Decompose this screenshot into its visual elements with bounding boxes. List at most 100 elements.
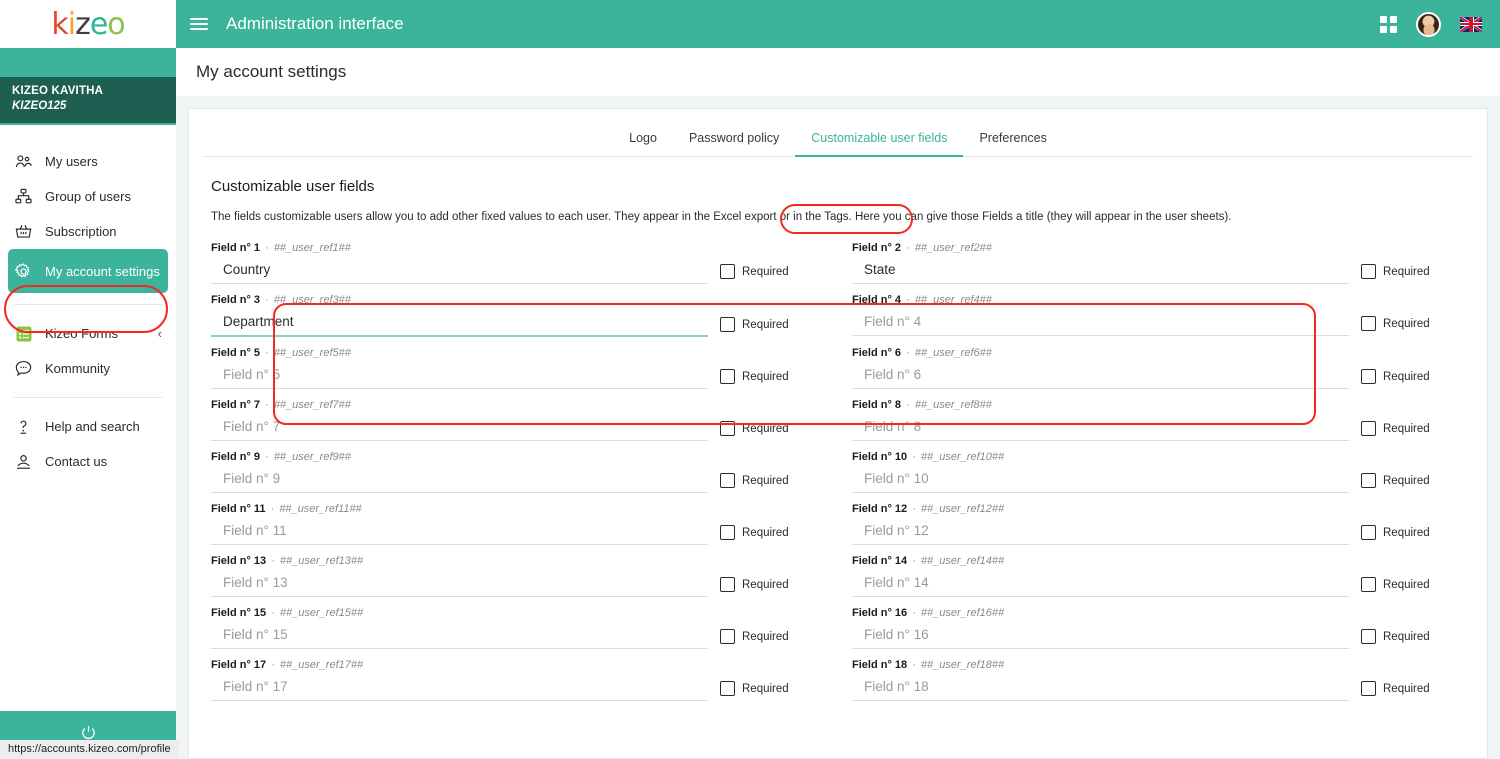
required-checkbox[interactable]	[720, 421, 735, 436]
required-checkbox[interactable]	[1361, 681, 1376, 696]
required-checkbox[interactable]	[1361, 264, 1376, 279]
field-number: Field n° 4	[852, 294, 902, 306]
required-checkbox[interactable]	[720, 473, 735, 488]
field-title-input[interactable]	[211, 363, 708, 389]
tab-customizable-user-fields[interactable]: Customizable user fields	[795, 123, 964, 157]
required-toggle[interactable]: Required	[720, 629, 824, 649]
user-avatar[interactable]	[1416, 11, 1441, 37]
customizable-fields-section: Customizable user fields The fields cust…	[189, 157, 1487, 708]
tab-logo[interactable]: Logo	[613, 123, 673, 156]
field-label: Field n° 2 · ##_user_ref2##	[852, 242, 1465, 254]
required-checkbox[interactable]	[1361, 421, 1376, 436]
required-checkbox[interactable]	[720, 681, 735, 696]
field-label: Field n° 18 · ##_user_ref18##	[852, 659, 1465, 671]
required-toggle[interactable]: Required	[720, 369, 824, 389]
required-toggle[interactable]: Required	[720, 473, 824, 493]
required-checkbox[interactable]	[720, 577, 735, 592]
required-toggle[interactable]: Required	[720, 317, 824, 337]
required-toggle[interactable]: Required	[720, 525, 824, 545]
chevron-left-icon[interactable]: ‹	[158, 326, 162, 341]
field-tag-reference: ##_user_ref15##	[279, 607, 364, 619]
required-toggle[interactable]: Required	[1361, 264, 1465, 284]
required-checkbox[interactable]	[720, 525, 735, 540]
help-question-icon	[14, 417, 33, 436]
field-title-input[interactable]	[211, 519, 708, 545]
hamburger-menu-icon[interactable]	[190, 18, 208, 30]
field-input-line: Required	[211, 363, 824, 389]
field-title-input[interactable]	[852, 258, 1349, 284]
required-toggle[interactable]: Required	[1361, 316, 1465, 336]
sidebar-item-label: My account settings	[45, 263, 160, 279]
required-checkbox[interactable]	[720, 629, 735, 644]
required-checkbox[interactable]	[1361, 473, 1376, 488]
page-title-bar: My account settings	[176, 48, 1500, 96]
sidebar-item-my-users[interactable]: My users	[0, 144, 176, 179]
sidebar-item-help-and-search[interactable]: Help and search	[0, 409, 176, 444]
sidebar-item-kommunity[interactable]: Kommunity	[0, 351, 176, 386]
field-title-input[interactable]	[211, 571, 708, 597]
field-title-input[interactable]	[852, 415, 1349, 441]
field-title-input[interactable]	[852, 571, 1349, 597]
required-toggle[interactable]: Required	[1361, 421, 1465, 441]
required-toggle[interactable]: Required	[1361, 629, 1465, 649]
sidebar-item-subscription[interactable]: Subscription	[0, 214, 176, 249]
required-checkbox[interactable]	[720, 369, 735, 384]
field-row: Field n° 11 · ##_user_ref11##RequiredFie…	[211, 500, 1465, 552]
field-title-input[interactable]	[211, 675, 708, 701]
field-title-input[interactable]	[211, 623, 708, 649]
field-cell: Field n° 12 · ##_user_ref12## Required	[852, 500, 1465, 552]
required-checkbox[interactable]	[1361, 369, 1376, 384]
required-toggle[interactable]: Required	[1361, 473, 1465, 493]
field-row: Field n° 5 · ##_user_ref5##RequiredField…	[211, 344, 1465, 396]
field-title-input[interactable]	[852, 519, 1349, 545]
required-checkbox[interactable]	[720, 264, 735, 279]
required-checkbox[interactable]	[1361, 629, 1376, 644]
tab-password-policy[interactable]: Password policy	[673, 123, 795, 156]
required-toggle[interactable]: Required	[1361, 681, 1465, 701]
field-input-wrapper	[852, 415, 1349, 441]
field-title-input[interactable]	[852, 310, 1349, 336]
required-checkbox[interactable]	[1361, 316, 1376, 331]
sidebar-divider-2	[14, 397, 162, 398]
field-row: Field n° 9 · ##_user_ref9##RequiredField…	[211, 448, 1465, 500]
required-toggle[interactable]: Required	[720, 264, 824, 284]
required-toggle[interactable]: Required	[720, 681, 824, 701]
field-title-input[interactable]	[211, 467, 708, 493]
required-checkbox[interactable]	[1361, 525, 1376, 540]
grid-apps-icon[interactable]	[1380, 15, 1397, 33]
required-toggle[interactable]: Required	[720, 421, 824, 441]
sidebar-user-id: KIZEO125	[12, 100, 67, 112]
field-input-line: Required	[852, 467, 1465, 493]
field-input-wrapper	[852, 363, 1349, 389]
required-toggle[interactable]: Required	[1361, 525, 1465, 545]
field-row: Field n° 13 · ##_user_ref13##RequiredFie…	[211, 552, 1465, 604]
required-checkbox[interactable]	[1361, 577, 1376, 592]
required-toggle[interactable]: Required	[1361, 577, 1465, 597]
tab-preferences[interactable]: Preferences	[963, 123, 1062, 156]
brand-logo[interactable]: kizeo	[0, 0, 176, 48]
field-title-input[interactable]	[852, 675, 1349, 701]
field-title-input[interactable]	[852, 623, 1349, 649]
sidebar-item-contact-us[interactable]: Contact us	[0, 444, 176, 479]
sidebar-item-kizeo-forms[interactable]: Kizeo Forms ‹	[0, 316, 176, 351]
field-label: Field n° 16 · ##_user_ref16##	[852, 607, 1465, 619]
field-title-input[interactable]	[852, 363, 1349, 389]
status-bar-url: https://accounts.kizeo.com/profile	[0, 740, 179, 759]
field-tag-reference: ##_user_ref8##	[914, 399, 992, 411]
sidebar-item-group-of-users[interactable]: Group of users	[0, 179, 176, 214]
uk-flag-icon[interactable]	[1460, 16, 1482, 32]
required-toggle[interactable]: Required	[720, 577, 824, 597]
field-title-input[interactable]	[211, 415, 708, 441]
field-title-input[interactable]	[211, 310, 708, 337]
field-label: Field n° 3 · ##_user_ref3##	[211, 294, 824, 306]
sidebar-item-my-account-settings[interactable]: My account settings	[8, 249, 168, 293]
field-label-separator: ·	[268, 555, 278, 567]
field-input-line: Required	[852, 258, 1465, 284]
field-title-input[interactable]	[211, 258, 708, 284]
main-area: Administration interface My account sett…	[176, 0, 1500, 759]
required-checkbox[interactable]	[720, 317, 735, 332]
sidebar-item-label: Kizeo Forms	[45, 326, 118, 341]
required-label: Required	[742, 474, 789, 487]
required-toggle[interactable]: Required	[1361, 369, 1465, 389]
field-title-input[interactable]	[852, 467, 1349, 493]
